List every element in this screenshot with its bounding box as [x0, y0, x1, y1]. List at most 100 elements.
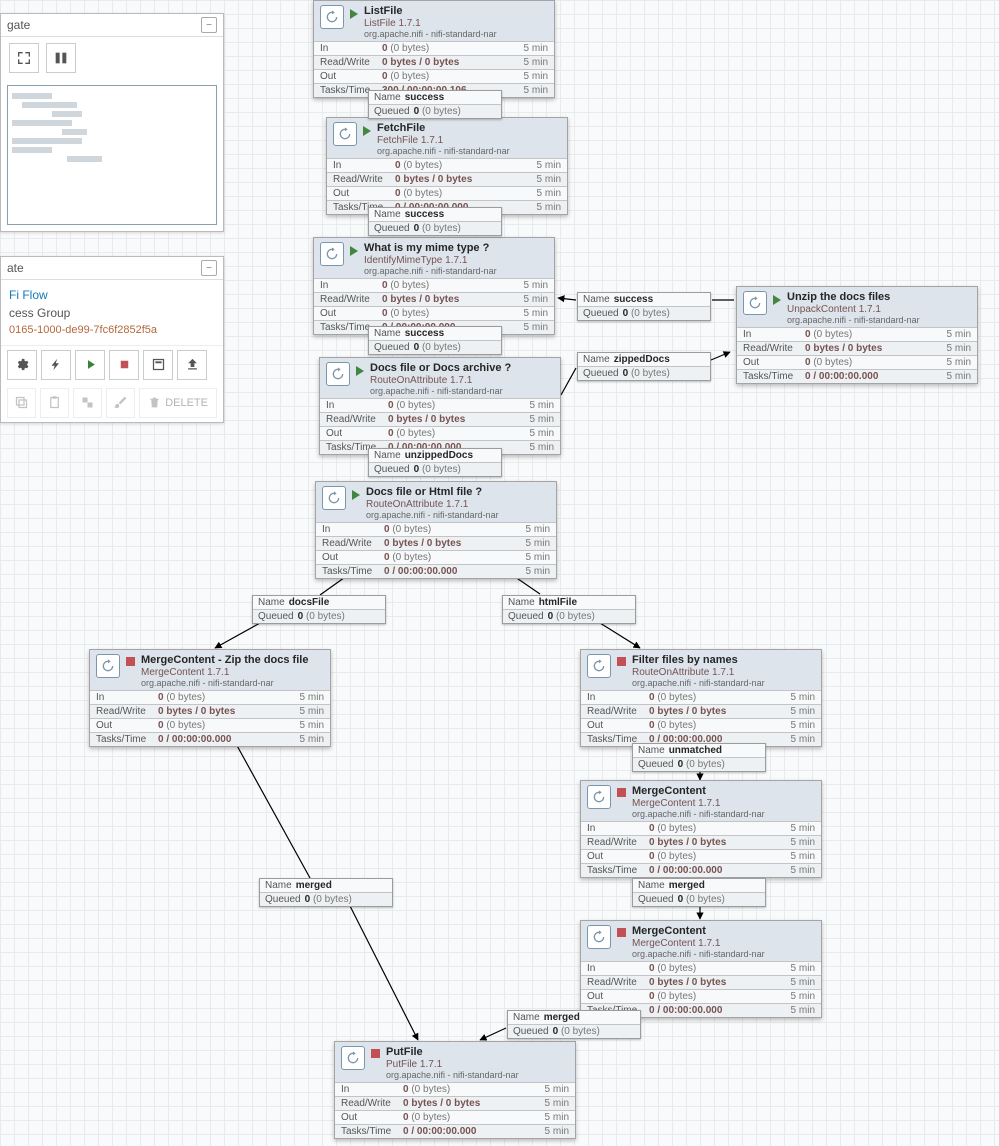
template-button[interactable]: [143, 350, 173, 380]
processor-stats: In0 (0 bytes)5 minRead/Write0 bytes / 0 …: [737, 327, 977, 383]
panel-header: ate −: [1, 257, 223, 280]
connection-name: success: [405, 328, 444, 339]
processor-bundle: org.apache.nifi - nifi-standard-nar: [366, 510, 499, 520]
operate-panel[interactable]: ate − Fi Flow cess Group 0165-1000-de99-…: [0, 256, 224, 423]
color-button[interactable]: [106, 388, 135, 418]
processor-icon: [587, 654, 611, 678]
panel-title: gate: [7, 18, 30, 32]
processor-icon: [743, 291, 767, 315]
group-uuid: 0165-1000-de99-7fc6f2852f5a: [9, 322, 215, 339]
connection-name: htmlFile: [539, 597, 577, 608]
connection-name: merged: [544, 1012, 580, 1023]
processor-mime[interactable]: What is my mime type ?IdentifyMimeType 1…: [313, 237, 555, 335]
operate-buttons-row2: DELETE: [1, 384, 223, 422]
processor-name: MergeContent - Zip the docs file: [141, 654, 308, 667]
processor-type: IdentifyMimeType 1.7.1: [364, 255, 497, 267]
connection-name: unmatched: [669, 745, 722, 756]
processor-type: MergeContent 1.7.1: [141, 667, 308, 679]
processor-stats: In0 (0 bytes)5 minRead/Write0 bytes / 0 …: [320, 398, 560, 454]
connection-queued: 0 (0 bytes): [414, 342, 461, 353]
connection-c-unmatched[interactable]: NameunmatchedQueued0 (0 bytes): [632, 743, 766, 772]
processor-icon: [333, 122, 357, 146]
connection-queued: 0 (0 bytes): [305, 894, 352, 905]
processor-bundle: org.apache.nifi - nifi-standard-nar: [370, 386, 511, 396]
connection-c-merged1[interactable]: NamemergedQueued0 (0 bytes): [632, 878, 766, 907]
processor-bundle: org.apache.nifi - nifi-standard-nar: [364, 29, 497, 39]
actual-size-button[interactable]: [46, 43, 76, 73]
processor-name: Docs file or Html file ?: [366, 486, 499, 499]
processor-type: FetchFile 1.7.1: [377, 135, 510, 147]
stop-button[interactable]: [109, 350, 139, 380]
processor-dochtml[interactable]: Docs file or Html file ?RouteOnAttribute…: [315, 481, 557, 579]
connection-queued: 0 (0 bytes): [414, 223, 461, 234]
processor-name: FetchFile: [377, 122, 510, 135]
paste-button[interactable]: [40, 388, 69, 418]
processor-stats: In0 (0 bytes)5 minRead/Write0 bytes / 0 …: [316, 522, 556, 578]
connection-c-htmlfile[interactable]: NamehtmlFileQueued0 (0 bytes): [502, 595, 636, 624]
fit-screen-button[interactable]: [9, 43, 39, 73]
processor-listfile[interactable]: ListFileListFile 1.7.1org.apache.nifi - …: [313, 0, 555, 98]
connection-queued: 0 (0 bytes): [298, 611, 345, 622]
connection-c-docsfile[interactable]: NamedocsFileQueued0 (0 bytes): [252, 595, 386, 624]
connection-queued: 0 (0 bytes): [553, 1026, 600, 1037]
processor-stats: In0 (0 bytes)5 minRead/Write0 bytes / 0 …: [581, 690, 821, 746]
start-button[interactable]: [75, 350, 105, 380]
connection-queued: 0 (0 bytes): [678, 759, 725, 770]
processor-name: MergeContent: [632, 785, 765, 798]
processor-name: PutFile: [386, 1046, 519, 1059]
processor-icon: [322, 486, 346, 510]
processor-docarchive[interactable]: Docs file or Docs archive ?RouteOnAttrib…: [319, 357, 561, 455]
group-button[interactable]: [73, 388, 102, 418]
copy-button[interactable]: [7, 388, 36, 418]
processor-name: ListFile: [364, 5, 497, 18]
processor-unzip[interactable]: Unzip the docs filesUnpackContent 1.7.1o…: [736, 286, 978, 384]
processor-bundle: org.apache.nifi - nifi-standard-nar: [386, 1070, 519, 1080]
processor-name: Docs file or Docs archive ?: [370, 362, 511, 375]
connection-c-success4[interactable]: NamesuccessQueued0 (0 bytes): [577, 292, 711, 321]
connection-c-merged2[interactable]: NamemergedQueued0 (0 bytes): [507, 1010, 641, 1039]
panel-header: gate −: [1, 14, 223, 37]
processor-type: RouteOnAttribute 1.7.1: [366, 499, 499, 511]
processor-putfile[interactable]: PutFilePutFile 1.7.1org.apache.nifi - ni…: [334, 1041, 576, 1139]
connection-name: zippedDocs: [614, 354, 670, 365]
flow-canvas[interactable]: gate − ate − Fi Flow cess Group 0165-100…: [0, 0, 999, 1146]
connection-c-success3[interactable]: NamesuccessQueued0 (0 bytes): [368, 326, 502, 355]
stopped-status-icon: [617, 928, 626, 937]
processor-merge1[interactable]: MergeContentMergeContent 1.7.1org.apache…: [580, 780, 822, 878]
processor-mergezip[interactable]: MergeContent - Zip the docs fileMergeCon…: [89, 649, 331, 747]
processor-icon: [587, 785, 611, 809]
processor-type: RouteOnAttribute 1.7.1: [370, 375, 511, 387]
connection-name: unzippedDocs: [405, 450, 473, 461]
processor-icon: [326, 362, 350, 386]
connection-c-merged3[interactable]: NamemergedQueued0 (0 bytes): [259, 878, 393, 907]
processor-merge2[interactable]: MergeContentMergeContent 1.7.1org.apache…: [580, 920, 822, 1018]
processor-fetchfile[interactable]: FetchFileFetchFile 1.7.1org.apache.nifi …: [326, 117, 568, 215]
stopped-status-icon: [617, 657, 626, 666]
processor-stats: In0 (0 bytes)5 minRead/Write0 bytes / 0 …: [335, 1082, 575, 1138]
connection-c-zipped[interactable]: NamezippedDocsQueued0 (0 bytes): [577, 352, 711, 381]
connection-c-unzipped[interactable]: NameunzippedDocsQueued0 (0 bytes): [368, 448, 502, 477]
processor-stats: In0 (0 bytes)5 minRead/Write0 bytes / 0 …: [581, 821, 821, 877]
enable-button[interactable]: [41, 350, 71, 380]
connection-c-success1[interactable]: NamesuccessQueued0 (0 bytes): [368, 90, 502, 119]
upload-template-button[interactable]: [177, 350, 207, 380]
configure-button[interactable]: [7, 350, 37, 380]
delete-button[interactable]: DELETE: [139, 388, 217, 418]
collapse-icon[interactable]: −: [201, 260, 217, 276]
processor-type: RouteOnAttribute 1.7.1: [632, 667, 765, 679]
collapse-icon[interactable]: −: [201, 17, 217, 33]
panel-title: ate: [7, 261, 24, 275]
connection-c-success2[interactable]: NamesuccessQueued0 (0 bytes): [368, 207, 502, 236]
processor-bundle: org.apache.nifi - nifi-standard-nar: [632, 949, 765, 959]
processor-filter[interactable]: Filter files by namesRouteOnAttribute 1.…: [580, 649, 822, 747]
run-status-icon: [350, 9, 358, 19]
processor-icon: [96, 654, 120, 678]
birdseye-view[interactable]: [7, 85, 217, 225]
navigate-panel[interactable]: gate −: [0, 13, 224, 232]
processor-icon: [320, 242, 344, 266]
processor-stats: In0 (0 bytes)5 minRead/Write0 bytes / 0 …: [90, 690, 330, 746]
processor-type: PutFile 1.7.1: [386, 1059, 519, 1071]
run-status-icon: [773, 295, 781, 305]
run-status-icon: [352, 490, 360, 500]
connection-name: success: [405, 209, 444, 220]
